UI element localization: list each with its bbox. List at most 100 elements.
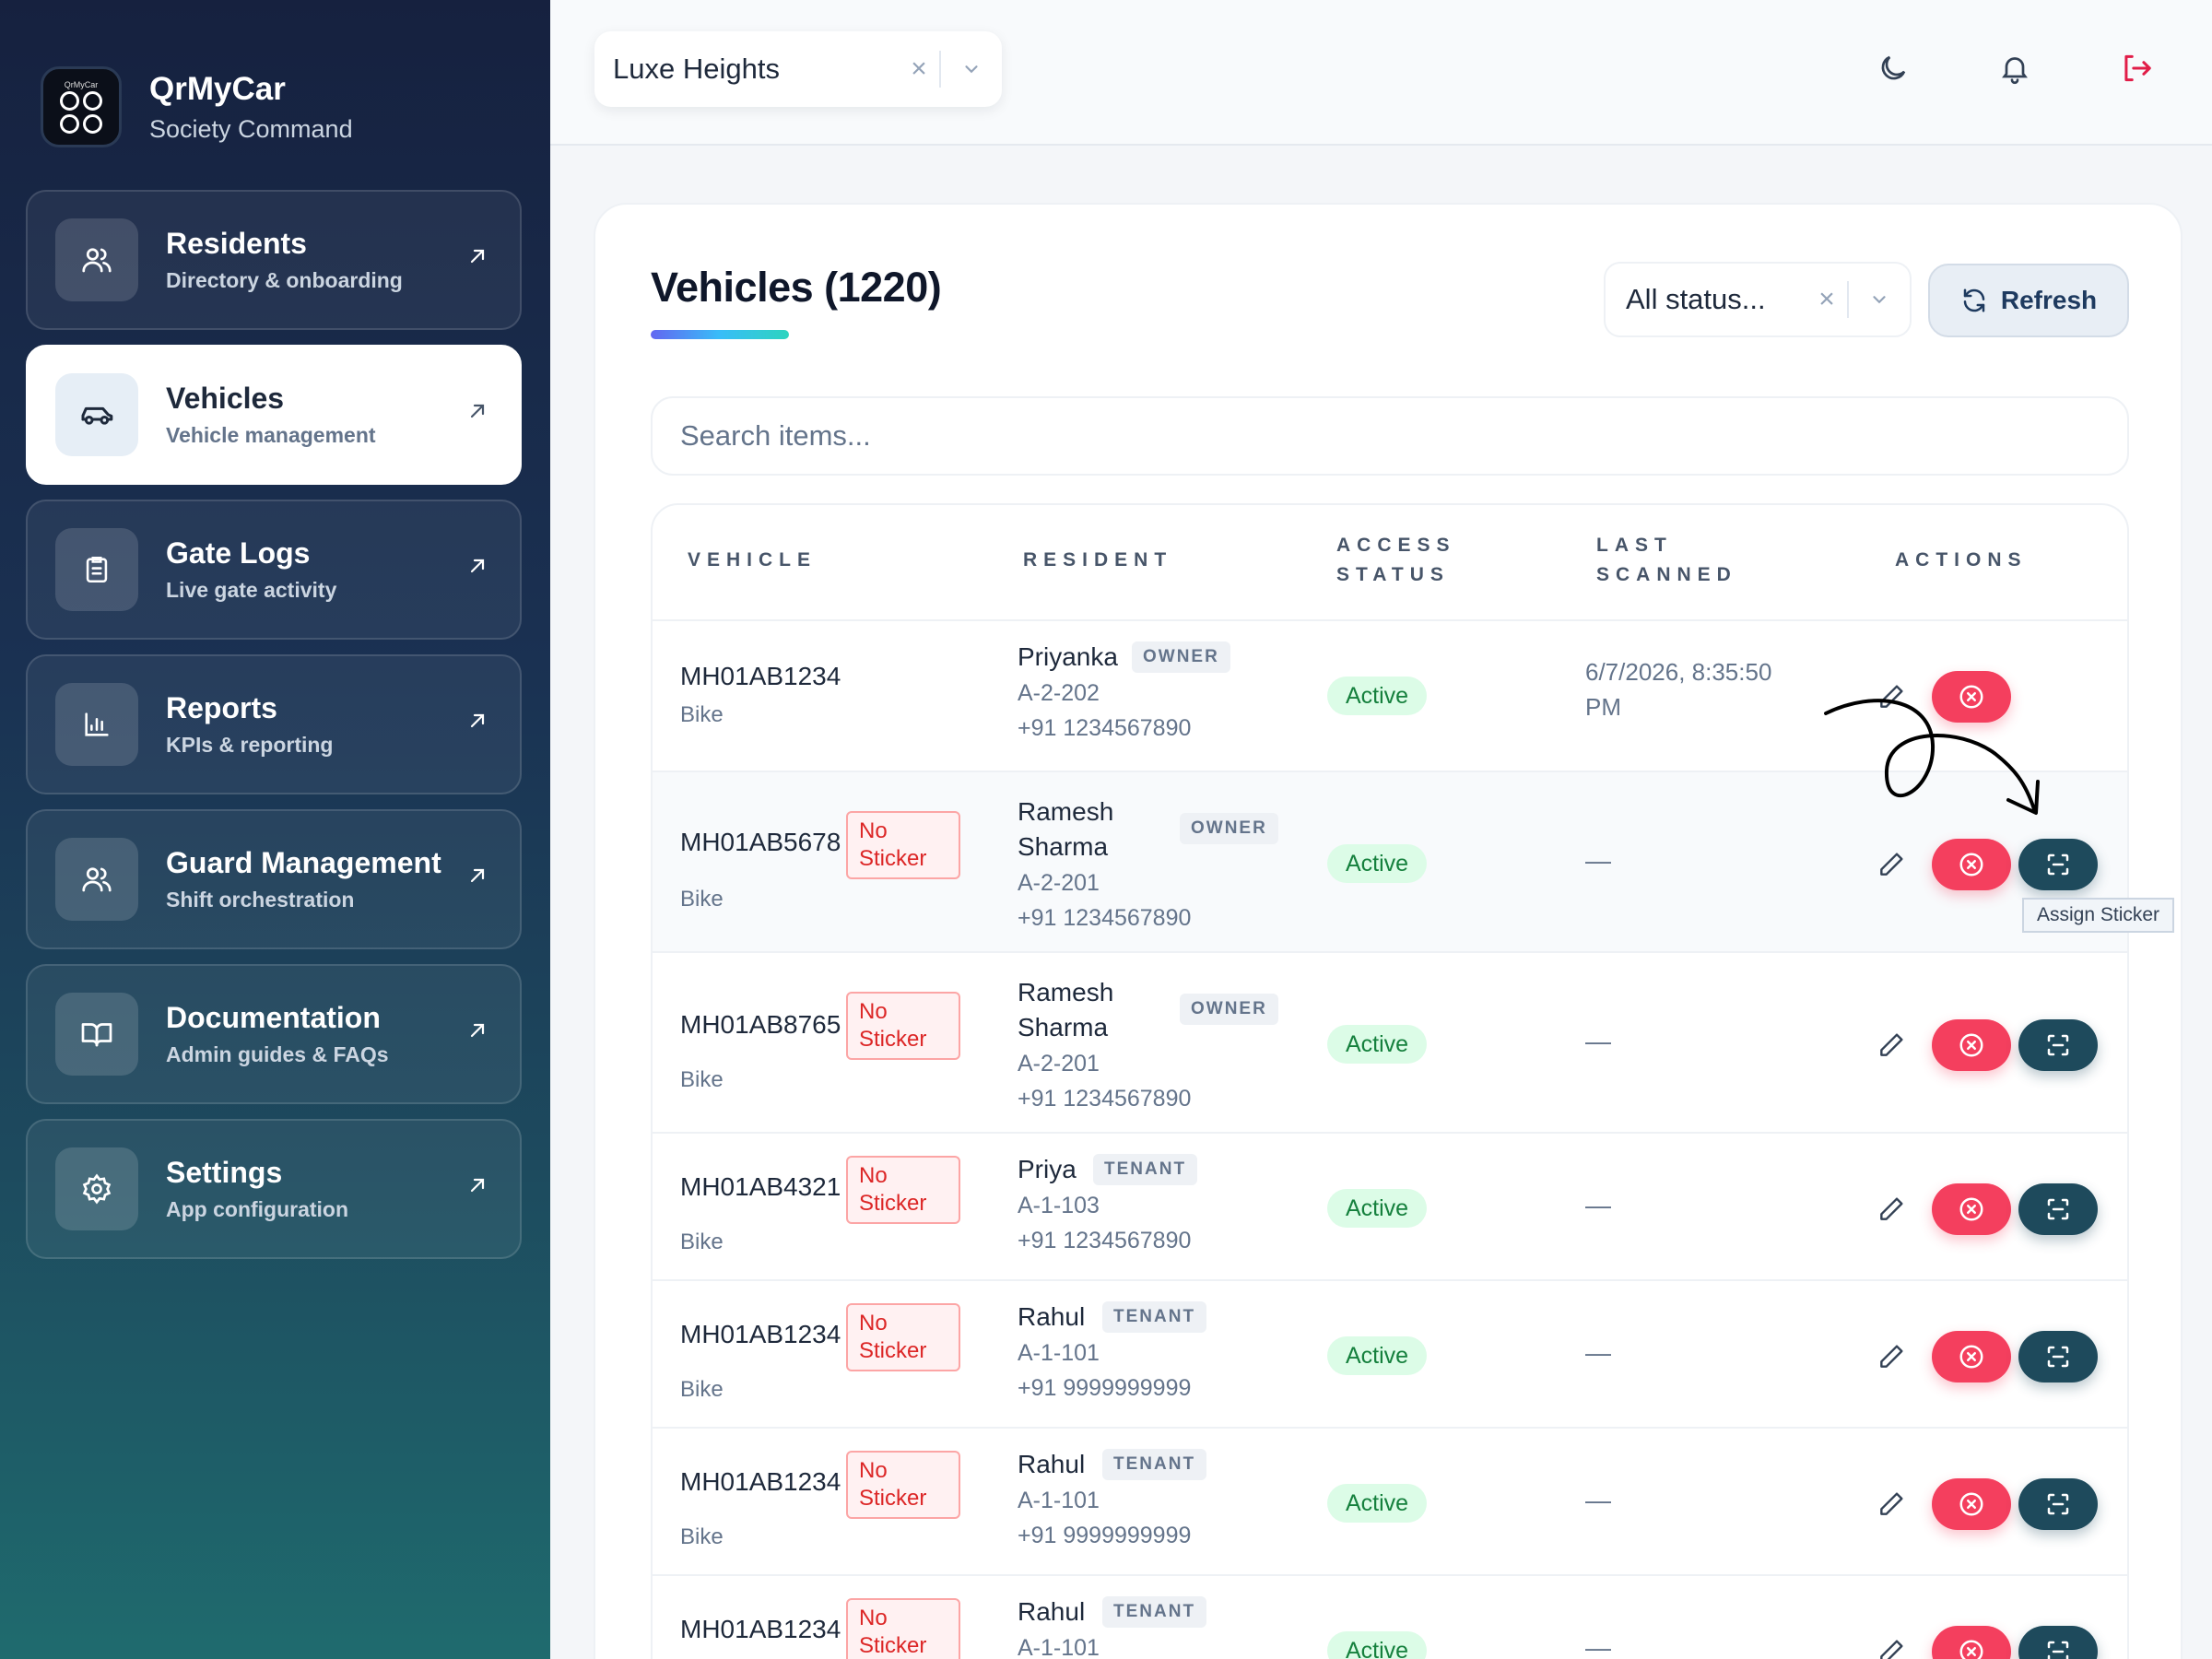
assign-sticker-button[interactable] xyxy=(2018,1331,2098,1382)
status-filter-select[interactable]: All status... × xyxy=(1604,262,1912,337)
deactivate-button[interactable] xyxy=(1932,1183,2011,1235)
deactivate-button[interactable] xyxy=(1932,1019,2011,1071)
sidebar-item-subtitle: Admin guides & FAQs xyxy=(166,1042,389,1066)
status-badge: Active xyxy=(1327,1631,1428,1659)
table-row: MH01AB8765 No Sticker Bike Ramesh Sharma… xyxy=(653,951,2127,1132)
sidebar-item-reports[interactable]: Reports KPIs & reporting xyxy=(26,654,522,794)
book-icon xyxy=(55,993,138,1076)
column-header-resident[interactable]: RESIDENT xyxy=(1023,546,1172,575)
resident-name-line: Sharma xyxy=(1018,1013,1109,1041)
deactivate-button[interactable] xyxy=(1932,1331,2011,1382)
role-badge: OWNER xyxy=(1180,813,1278,844)
no-sticker-line: Sticker xyxy=(859,1633,927,1658)
logout-icon[interactable] xyxy=(2116,48,2157,88)
no-sticker-badge: No Sticker xyxy=(846,992,960,1060)
sidebar-item-title: Reports xyxy=(166,691,277,724)
search-input[interactable] xyxy=(680,419,2127,453)
chevron-down-icon[interactable] xyxy=(1849,289,1910,310)
column-header-last-scanned[interactable]: LAST SCANNED xyxy=(1596,531,1737,590)
edit-button[interactable] xyxy=(1871,1484,1912,1524)
last-scanned-line: PM xyxy=(1585,693,1621,721)
last-scanned: — xyxy=(1585,1486,1611,1514)
deactivate-button[interactable] xyxy=(1932,839,2011,890)
assign-sticker-button[interactable] xyxy=(2018,1626,2098,1659)
no-sticker-line: Sticker xyxy=(859,1191,927,1216)
clear-icon[interactable]: × xyxy=(899,53,939,85)
x-circle-icon xyxy=(1959,1033,1983,1057)
resident-unit: A-1-101 xyxy=(1018,1340,1100,1366)
role-badge: TENANT xyxy=(1102,1596,1207,1628)
moon-icon[interactable] xyxy=(1873,48,1913,88)
refresh-icon xyxy=(1963,288,1985,312)
vehicle-plate: MH01AB8765 xyxy=(680,1010,841,1039)
role-badge: TENANT xyxy=(1102,1449,1207,1480)
role-badge: OWNER xyxy=(1180,994,1278,1025)
assign-sticker-button[interactable] xyxy=(2018,1478,2098,1530)
resident-phone: +91 1234567890 xyxy=(1018,1086,1192,1112)
gear-icon xyxy=(55,1147,138,1230)
no-sticker-line: No xyxy=(859,818,888,843)
title-underline xyxy=(651,330,789,339)
pencil-icon xyxy=(1880,1492,1903,1515)
search-box xyxy=(651,396,2129,476)
clear-icon[interactable]: × xyxy=(1806,284,1847,315)
resident-name: Rahul xyxy=(1018,1597,1086,1626)
scan-icon xyxy=(2047,853,2069,876)
vehicle-type: Bike xyxy=(680,1067,724,1092)
no-sticker-badge: No Sticker xyxy=(846,1156,960,1224)
table-row: MH01AB4321 No Sticker Bike Priya TENANT … xyxy=(653,1132,2127,1279)
chevron-down-icon[interactable] xyxy=(941,59,1002,79)
no-sticker-line: No xyxy=(859,999,888,1024)
society-select[interactable]: Luxe Heights × xyxy=(594,31,1002,107)
sidebar-item-title: Settings xyxy=(166,1156,283,1189)
annotation-arrow xyxy=(1824,699,2040,815)
users-icon xyxy=(55,218,138,301)
sidebar-item-gate-logs[interactable]: Gate Logs Live gate activity xyxy=(26,500,522,640)
sidebar-item-documentation[interactable]: Documentation Admin guides & FAQs xyxy=(26,964,522,1104)
sidebar-item-settings[interactable]: Settings App configuration xyxy=(26,1119,522,1259)
vehicle-plate: MH01AB1234 xyxy=(680,1615,841,1643)
no-sticker-line: No xyxy=(859,1606,888,1630)
status-badge: Active xyxy=(1327,1484,1428,1523)
column-header-vehicle[interactable]: VEHICLE xyxy=(688,546,817,575)
resident-name: Rahul xyxy=(1018,1450,1086,1478)
logo-text: QrMyCar xyxy=(64,80,99,89)
resident-unit: A-1-101 xyxy=(1018,1488,1100,1513)
vehicle-type: Bike xyxy=(680,702,724,727)
vehicle-plate: MH01AB1234 xyxy=(680,1320,841,1348)
edit-button[interactable] xyxy=(1871,1336,1912,1377)
table-row: MH01AB1234 No Sticker Rahul TENANT A-1-1… xyxy=(653,1574,2127,1659)
deactivate-button[interactable] xyxy=(1932,1478,2011,1530)
app-logo: QrMyCar xyxy=(41,66,122,147)
no-sticker-line: Sticker xyxy=(859,846,927,871)
status-filter-value: All status... xyxy=(1626,283,1766,315)
deactivate-button[interactable] xyxy=(1932,1626,2011,1659)
x-circle-icon xyxy=(1959,1640,1983,1659)
role-badge: TENANT xyxy=(1102,1301,1207,1333)
last-scanned-line: 6/7/2026, 8:35:50 xyxy=(1585,658,1772,686)
edit-button[interactable] xyxy=(1871,1025,1912,1065)
assign-sticker-button[interactable] xyxy=(2018,1019,2098,1071)
no-sticker-line: No xyxy=(859,1163,888,1188)
vehicles-table: VEHICLE RESIDENT ACCESS STATUS LAST SCAN… xyxy=(651,503,2129,1659)
assign-sticker-button[interactable] xyxy=(2018,1183,2098,1235)
bell-icon[interactable] xyxy=(1994,48,2035,88)
society-select-value: Luxe Heights xyxy=(613,53,780,85)
top-bar: Luxe Heights × xyxy=(550,0,2212,146)
sidebar-item-residents[interactable]: Residents Directory & onboarding xyxy=(26,190,522,330)
sidebar-item-guard-management[interactable]: Guard Management Shift orchestration xyxy=(26,809,522,949)
last-scanned: — xyxy=(1585,846,1611,875)
column-header-access-status[interactable]: ACCESS STATUS xyxy=(1336,531,1456,590)
assign-sticker-button[interactable] xyxy=(2018,839,2098,890)
sidebar-item-subtitle: Shift orchestration xyxy=(166,888,355,912)
resident-name: Priya xyxy=(1018,1155,1077,1183)
no-sticker-badge: No Sticker xyxy=(846,1451,960,1519)
vehicle-plate: MH01AB1234 xyxy=(680,1467,841,1496)
column-header-actions: ACTIONS xyxy=(1895,549,2028,571)
sidebar-item-vehicles[interactable]: Vehicles Vehicle management xyxy=(26,345,522,485)
edit-button[interactable] xyxy=(1871,844,1912,885)
refresh-button[interactable]: Refresh xyxy=(1928,264,2129,337)
edit-button[interactable] xyxy=(1871,1631,1912,1659)
edit-button[interactable] xyxy=(1871,1189,1912,1230)
brand: QrMyCar QrMyCar Society Command xyxy=(41,66,353,147)
